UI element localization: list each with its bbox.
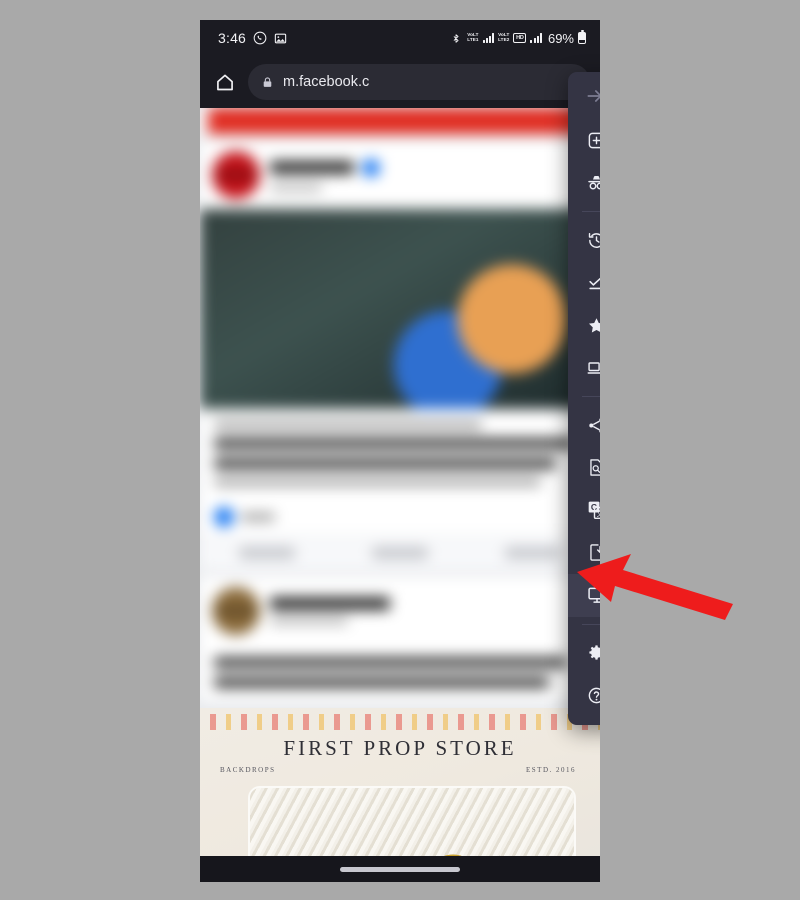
downloads-icon	[586, 272, 600, 293]
address-bar[interactable]: m.facebook.c	[248, 64, 590, 100]
signal2-icon	[530, 33, 542, 43]
avatar	[212, 587, 260, 635]
share-button[interactable]	[505, 547, 562, 559]
address-bar-url: m.facebook.c	[283, 74, 370, 90]
webpage-content[interactable]: FIRST PROP STORE BACKDROPS ESTD. 2016	[200, 108, 600, 870]
menu-item-help-and-feedback[interactable]: Help & feedback	[568, 674, 600, 717]
forward-arrow-icon[interactable]	[582, 83, 600, 109]
home-icon[interactable]	[210, 67, 240, 97]
hd-icon: HD	[513, 33, 527, 43]
menu-item-recent-tabs[interactable]: Recent tabs	[568, 347, 600, 390]
gesture-pill[interactable]	[340, 866, 460, 872]
battery-icon	[578, 30, 586, 44]
screenshot-root: 3:46 VoLT LTE1 VoLT LTE2 HD 69% m.facebo…	[0, 0, 800, 900]
battery-percentage: 69%	[547, 30, 574, 46]
browser-overflow-menu: New tab New incognito tab History Do	[568, 72, 600, 725]
volte1-icon: VoLT LTE1	[467, 32, 479, 42]
gear-icon	[586, 642, 600, 663]
recent-tabs-icon	[586, 357, 600, 378]
translate-icon: G 文	[586, 500, 600, 521]
lock-icon	[261, 76, 274, 89]
menu-divider	[582, 623, 600, 625]
volte2-icon: VoLT LTE2	[498, 32, 510, 42]
prop-store-left-caption: BACKDROPS	[220, 766, 276, 774]
like-reaction-icon	[214, 507, 234, 527]
svg-text:文: 文	[596, 509, 600, 518]
status-bar-right: VoLT LTE1 VoLT LTE2 HD 69%	[451, 30, 586, 46]
post-text	[200, 645, 600, 701]
menu-item-new-tab[interactable]: New tab	[568, 119, 600, 162]
star-icon	[586, 315, 600, 336]
post-text	[200, 409, 600, 499]
post-action-bar	[200, 535, 600, 570]
post-timestamp	[270, 617, 348, 625]
post-author-name	[270, 597, 390, 610]
menu-top-action-row	[568, 81, 600, 119]
like-button[interactable]	[238, 547, 295, 559]
status-bar-clock: 3:46	[218, 30, 247, 46]
blurred-feed	[200, 108, 600, 701]
post-reactions	[200, 499, 600, 535]
menu-item-new-incognito-tab[interactable]: New incognito tab	[568, 162, 600, 205]
red-pointer-arrow	[577, 554, 733, 620]
comment-button[interactable]	[371, 547, 428, 559]
new-tab-icon	[586, 130, 600, 151]
menu-divider	[582, 396, 600, 397]
phone-screen: 3:46 VoLT LTE1 VoLT LTE2 HD 69% m.facebo…	[200, 20, 600, 882]
garland-decoration	[200, 714, 600, 730]
menu-item-downloads[interactable]: Downloads	[568, 262, 600, 305]
incognito-icon	[586, 172, 600, 193]
post-header	[200, 577, 600, 645]
status-bar-left: 3:46	[218, 30, 287, 46]
avatar	[212, 151, 260, 199]
bluetooth-icon	[451, 32, 461, 45]
share-icon	[586, 415, 600, 436]
menu-divider	[582, 211, 600, 212]
status-bar: 3:46 VoLT LTE1 VoLT LTE2 HD 69%	[200, 20, 600, 56]
help-icon	[586, 685, 600, 706]
whatsapp-icon	[253, 31, 267, 45]
post-photo	[200, 209, 600, 409]
post-timestamp	[270, 183, 322, 192]
post-author-name	[270, 161, 354, 174]
browser-toolbar: m.facebook.c	[200, 56, 600, 108]
menu-item-history[interactable]: History	[568, 219, 600, 262]
menu-item-find-in-page[interactable]: Find in page	[568, 447, 600, 490]
signal1-icon	[482, 33, 495, 43]
verified-badge	[362, 158, 380, 177]
prop-store-right-caption: ESTD. 2016	[526, 766, 576, 774]
find-in-page-icon	[586, 457, 600, 478]
feed-post-prop-store	[200, 577, 600, 701]
feed-post-partial	[200, 108, 600, 134]
system-navigation-bar	[200, 856, 600, 882]
menu-item-translate[interactable]: G 文 Translate…	[568, 489, 600, 532]
menu-item-bookmarks[interactable]: Bookmarks	[568, 304, 600, 347]
post-red-banner	[208, 108, 592, 134]
prop-store-title: FIRST PROP STORE	[283, 736, 517, 760]
prop-store-banner: FIRST PROP STORE BACKDROPS ESTD. 2016	[200, 708, 600, 870]
post-header	[200, 141, 600, 209]
menu-item-settings[interactable]: Settings	[568, 632, 600, 675]
gallery-icon	[274, 32, 287, 45]
feed-post-ndtv	[200, 141, 600, 570]
history-icon	[586, 230, 600, 251]
menu-item-share[interactable]: Share…	[568, 404, 600, 447]
